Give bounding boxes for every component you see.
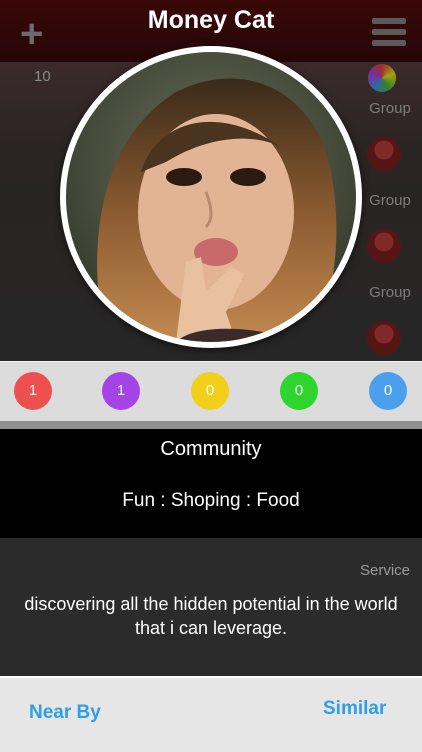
background-group-label: Group	[369, 284, 411, 301]
community-tags: Fun : Shoping : Food	[122, 490, 300, 511]
group-icon	[364, 318, 404, 358]
profile-description: discovering all the hidden potential in …	[24, 594, 398, 638]
count-badge-blue[interactable]: 0	[369, 372, 407, 410]
community-title: Community	[160, 438, 262, 460]
group-icon	[364, 226, 404, 266]
background-group-label: Group	[369, 192, 411, 209]
divider	[0, 421, 422, 429]
count-badge-yellow[interactable]: 0	[191, 372, 229, 410]
near-by-button[interactable]: Near By	[29, 702, 101, 724]
color-wheel-icon	[368, 64, 396, 92]
avatar[interactable]	[66, 52, 356, 342]
count-badge-green[interactable]: 0	[280, 372, 318, 410]
similar-button[interactable]: Similar	[323, 698, 386, 720]
background-count: 10	[34, 68, 51, 85]
count-badge-purple[interactable]: 1	[102, 372, 140, 410]
group-icon	[364, 134, 404, 174]
profile-photo	[66, 52, 356, 342]
background-service-label: Service	[360, 562, 411, 579]
background-group-label: Group	[369, 100, 411, 117]
page-title: Money Cat	[147, 6, 275, 34]
count-badge-red[interactable]: 1	[14, 372, 52, 410]
